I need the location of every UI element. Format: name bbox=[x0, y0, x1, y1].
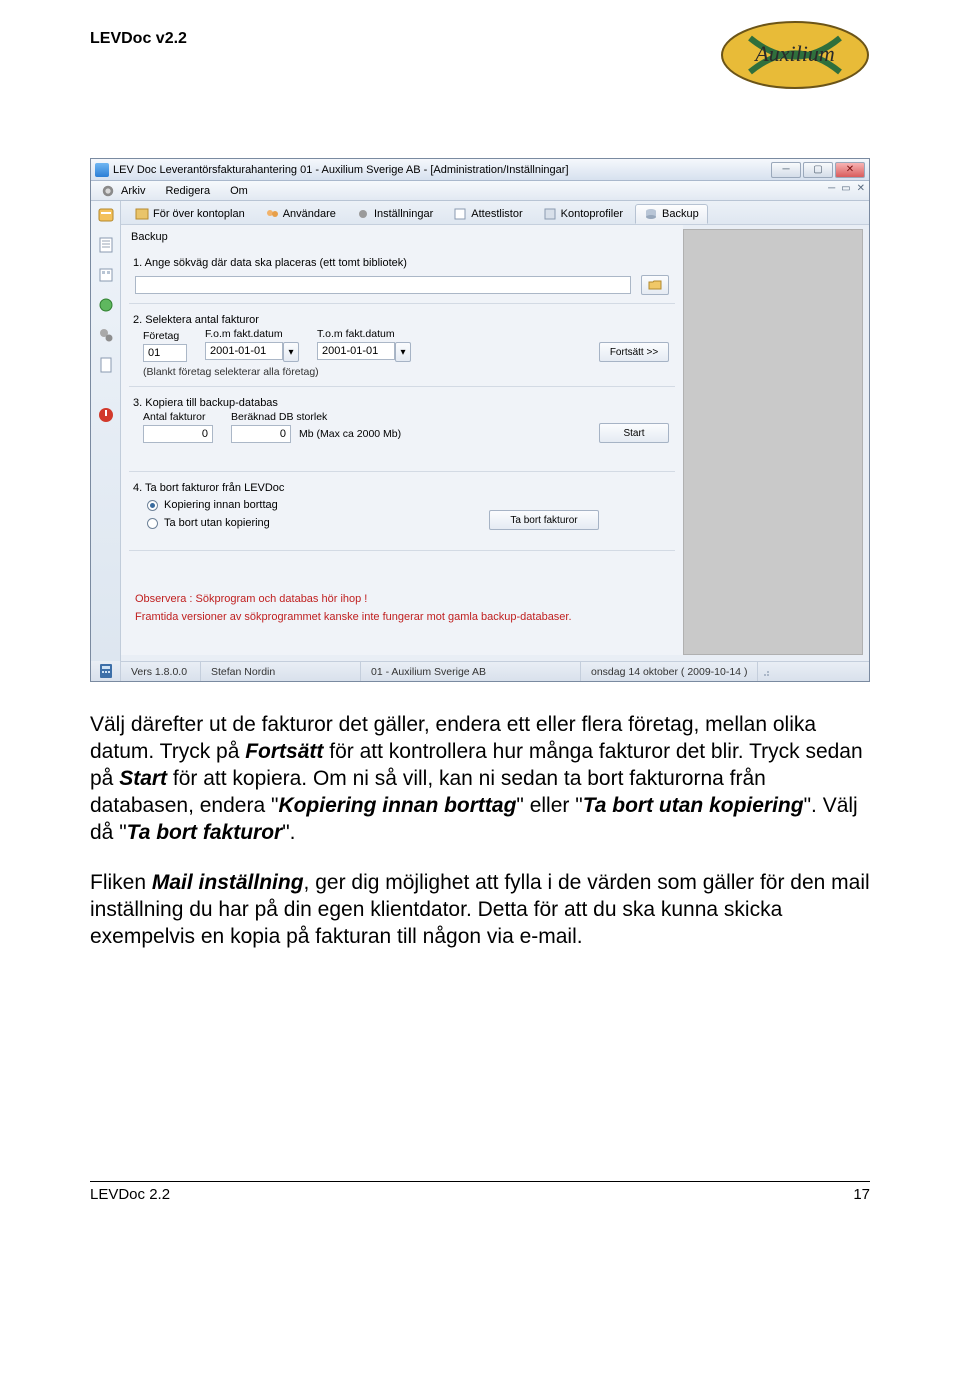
maximize-button[interactable]: ▢ bbox=[803, 162, 833, 178]
tab-installningar[interactable]: Inställningar bbox=[348, 205, 441, 223]
toolbar-icon-power[interactable] bbox=[96, 405, 116, 425]
panel-title: Backup bbox=[129, 229, 675, 249]
label-storlek: Beräknad DB storlek bbox=[231, 411, 401, 423]
p1b: Fortsätt bbox=[245, 740, 323, 763]
label-mb: Mb (Max ca 2000 Mb) bbox=[299, 428, 401, 440]
app-window: LEV Doc Leverantörsfakturahantering 01 -… bbox=[90, 158, 870, 682]
right-placeholder-block bbox=[683, 229, 863, 655]
label-antal: Antal fakturor bbox=[143, 411, 213, 423]
label-tom: T.o.m fakt.datum bbox=[317, 328, 411, 340]
p1j: Ta bort fakturor bbox=[127, 821, 283, 844]
brand-logo: Auxilium bbox=[720, 20, 870, 95]
child-close-icon[interactable]: ✕ bbox=[857, 183, 865, 194]
tabort-fakturor-button[interactable]: Ta bort fakturor bbox=[489, 510, 599, 530]
tab-kontoplan-label: För över kontoplan bbox=[153, 208, 245, 220]
p2a: Fliken bbox=[90, 871, 152, 894]
menu-redigera[interactable]: Redigera bbox=[155, 181, 220, 200]
app-icon bbox=[95, 163, 109, 177]
p1h: Ta bort utan kopiering bbox=[583, 794, 804, 817]
titlebar: LEV Doc Leverantörsfakturahantering 01 -… bbox=[91, 159, 869, 181]
input-foretag[interactable] bbox=[143, 344, 187, 362]
left-toolbar bbox=[91, 201, 121, 661]
minimize-button[interactable]: ─ bbox=[771, 162, 801, 178]
window-title: LEV Doc Leverantörsfakturahantering 01 -… bbox=[113, 164, 771, 176]
tab-attestlistor-label: Attestlistor bbox=[471, 208, 522, 220]
radio-kopiering[interactable] bbox=[147, 500, 158, 511]
warning-line1: Observera : Sökprogram och databas hör i… bbox=[129, 589, 675, 607]
p1k: ". bbox=[282, 821, 295, 844]
status-calc-icon[interactable] bbox=[91, 661, 121, 681]
menubar: Arkiv Redigera Om ─ ▭ ✕ bbox=[91, 181, 869, 201]
radio-utan-label: Ta bort utan kopiering bbox=[164, 517, 270, 529]
p1f: Kopiering innan borttag bbox=[278, 794, 516, 817]
toolbar-icon-4[interactable] bbox=[96, 295, 116, 315]
footer-left: LEVDoc 2.2 bbox=[90, 1186, 170, 1203]
browse-button[interactable] bbox=[641, 275, 669, 295]
label-foretag: Företag bbox=[143, 330, 187, 342]
section1-head: 1. Ange sökväg där data ska placeras (et… bbox=[129, 255, 675, 271]
section2-head: 2. Selektera antal fakturor bbox=[129, 312, 675, 328]
p1g: " eller " bbox=[516, 794, 582, 817]
tab-anvandare[interactable]: Användare bbox=[257, 205, 344, 223]
toolbar-icon-doc[interactable] bbox=[96, 355, 116, 375]
from-date-picker[interactable]: ▾ bbox=[283, 342, 299, 362]
label-from: F.o.m fakt.datum bbox=[205, 328, 299, 340]
fortsatt-button[interactable]: Fortsätt >> bbox=[599, 342, 669, 362]
tab-kontoplan[interactable]: För över kontoplan bbox=[127, 205, 253, 223]
p2b: Mail inställning bbox=[152, 871, 304, 894]
menu-om[interactable]: Om bbox=[220, 181, 258, 200]
p1d: Start bbox=[119, 767, 167, 790]
section2-hint: (Blankt företag selekterar alla företag) bbox=[129, 366, 675, 378]
tab-backup-label: Backup bbox=[662, 208, 699, 220]
input-antal[interactable] bbox=[143, 425, 213, 443]
warning-line2: Framtida versioner av sökprogrammet kans… bbox=[129, 607, 675, 625]
doc-body: Välj därefter ut de fakturor det gäller,… bbox=[90, 712, 870, 951]
tab-backup[interactable]: Backup bbox=[635, 204, 708, 224]
radio-kopiering-label: Kopiering innan borttag bbox=[164, 499, 278, 511]
path-input[interactable] bbox=[135, 276, 631, 294]
menu-arkiv[interactable]: Arkiv bbox=[91, 181, 155, 200]
start-button[interactable]: Start bbox=[599, 423, 669, 443]
page-footer: LEVDoc 2.2 17 bbox=[90, 1181, 870, 1203]
status-user: Stefan Nordin bbox=[201, 662, 361, 681]
toolbar-icon-gears[interactable] bbox=[96, 325, 116, 345]
tab-kontoprofiler-label: Kontoprofiler bbox=[561, 208, 623, 220]
status-date: onsdag 14 oktober ( 2009-10-14 ) bbox=[581, 662, 758, 681]
toolbar-icon-1[interactable] bbox=[96, 205, 116, 225]
menu-om-label: Om bbox=[230, 185, 248, 197]
section3-head: 3. Kopiera till backup-databas bbox=[129, 395, 675, 411]
menu-redigera-label: Redigera bbox=[165, 185, 210, 197]
brand-logo-text: Auxilium bbox=[753, 41, 834, 66]
child-restore-icon[interactable]: ▭ bbox=[841, 183, 850, 194]
toolbar-icon-2[interactable] bbox=[96, 235, 116, 255]
folder-open-icon bbox=[648, 279, 662, 291]
status-version: Vers 1.8.0.0 bbox=[121, 662, 201, 681]
resize-grip-icon[interactable] bbox=[758, 665, 772, 679]
tabstrip: För över kontoplan Användare Inställning… bbox=[121, 201, 869, 225]
section4-head: 4. Ta bort fakturor från LEVDoc bbox=[129, 480, 675, 496]
status-company: 01 - Auxilium Sverige AB bbox=[361, 662, 581, 681]
input-tom-date[interactable] bbox=[317, 342, 395, 360]
child-minimize-icon[interactable]: ─ bbox=[828, 183, 835, 194]
menu-arkiv-label: Arkiv bbox=[121, 185, 145, 197]
input-storlek[interactable] bbox=[231, 425, 291, 443]
tom-date-picker[interactable]: ▾ bbox=[395, 342, 411, 362]
tab-installningar-label: Inställningar bbox=[374, 208, 433, 220]
radio-utan[interactable] bbox=[147, 518, 158, 529]
tab-anvandare-label: Användare bbox=[283, 208, 336, 220]
close-button[interactable]: ✕ bbox=[835, 162, 865, 178]
toolbar-icon-3[interactable] bbox=[96, 265, 116, 285]
tab-kontoprofiler[interactable]: Kontoprofiler bbox=[535, 205, 631, 223]
input-from-date[interactable] bbox=[205, 342, 283, 360]
tab-attestlistor[interactable]: Attestlistor bbox=[445, 205, 530, 223]
footer-right: 17 bbox=[853, 1186, 870, 1203]
